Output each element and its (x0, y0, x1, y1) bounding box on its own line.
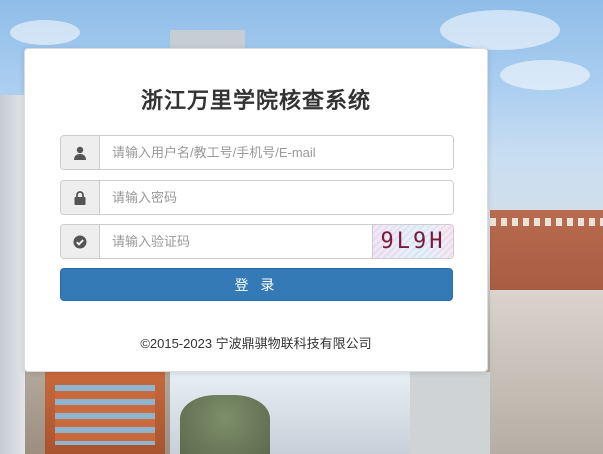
password-input[interactable] (100, 181, 453, 214)
login-button[interactable]: 登 录 (60, 268, 453, 301)
username-group (60, 135, 454, 170)
captcha-input[interactable] (100, 225, 372, 258)
copyright-footer: ©2015-2023 宁波鼎骐物联科技有限公司 (140, 336, 372, 351)
page-title: 浙江万里学院核查系统 (140, 88, 371, 113)
captcha-text: 9L9H (380, 229, 446, 254)
user-icon (61, 136, 100, 169)
username-input[interactable] (100, 136, 453, 169)
captcha-image[interactable]: 9L9H (372, 225, 453, 258)
password-group (60, 180, 454, 215)
check-circle-icon (61, 225, 100, 258)
captcha-group: 9L9H (60, 224, 454, 259)
login-panel: 浙江万里学院核查系统 9L9H (24, 48, 488, 372)
lock-icon (61, 181, 100, 214)
